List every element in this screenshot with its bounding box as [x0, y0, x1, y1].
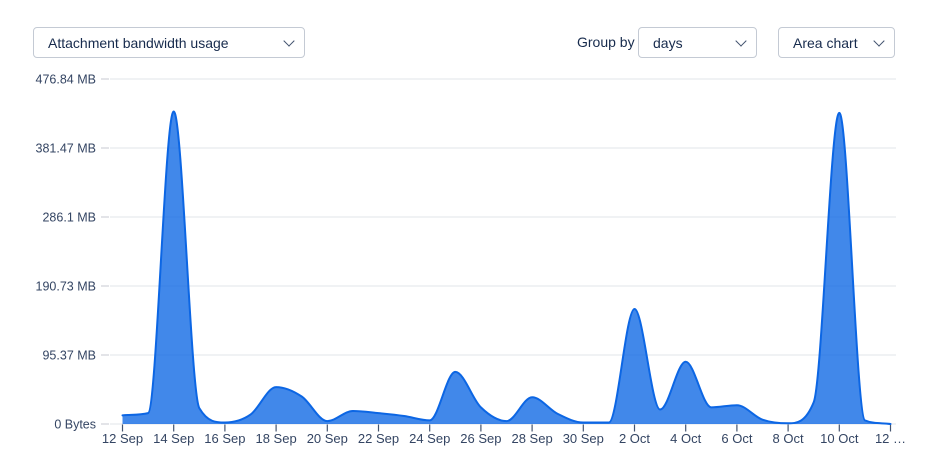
x-axis-label: 20 Sep [307, 431, 348, 446]
x-axis-label: 8 Oct [773, 431, 804, 446]
group-by-label: Group by [577, 27, 635, 58]
metric-select-value: Attachment bandwidth usage [48, 35, 229, 51]
area-chart: 0 Bytes 95.37 MB 190.73 MB 286.1 MB 381.47 M… [0, 62, 925, 473]
x-axis-label: 12 … [875, 431, 906, 446]
x-axis-label: 2 Oct [619, 431, 650, 446]
x-axis-label: 10 Oct [820, 431, 859, 446]
metric-select[interactable]: Attachment bandwidth usage [33, 27, 305, 58]
x-axis-label: 6 Oct [721, 431, 752, 446]
y-axis-label: 190.73 MB [36, 280, 96, 294]
area-stroke [123, 111, 891, 424]
chevron-down-icon [283, 35, 294, 46]
x-axis-label: 30 Sep [563, 431, 604, 446]
chart-type-select[interactable]: Area chart [778, 27, 895, 58]
x-axis-label: 28 Sep [511, 431, 552, 446]
x-axis-label: 18 Sep [255, 431, 296, 446]
y-axis-label: 0 Bytes [54, 418, 96, 432]
bandwidth-usage-panel: Attachment bandwidth usage Group by days… [0, 0, 925, 473]
x-axis-label: 26 Sep [460, 431, 501, 446]
x-axis-label: 12 Sep [102, 431, 143, 446]
group-by-select[interactable]: days [638, 27, 757, 58]
x-axis-label: 4 Oct [670, 431, 701, 446]
area-fill [123, 111, 891, 424]
y-axis-label: 95.37 MB [42, 349, 96, 363]
y-axis-label: 286.1 MB [42, 211, 96, 225]
chevron-down-icon [735, 35, 746, 46]
x-axis-label: 16 Sep [204, 431, 245, 446]
x-axis-label: 14 Sep [153, 431, 194, 446]
group-by-select-value: days [653, 35, 683, 51]
x-axis-label: 22 Sep [358, 431, 399, 446]
y-axis-label: 381.47 MB [36, 142, 96, 156]
chevron-down-icon [873, 35, 884, 46]
y-axis-label: 476.84 MB [36, 73, 96, 87]
chart-type-select-value: Area chart [793, 35, 858, 51]
x-axis-label: 24 Sep [409, 431, 450, 446]
